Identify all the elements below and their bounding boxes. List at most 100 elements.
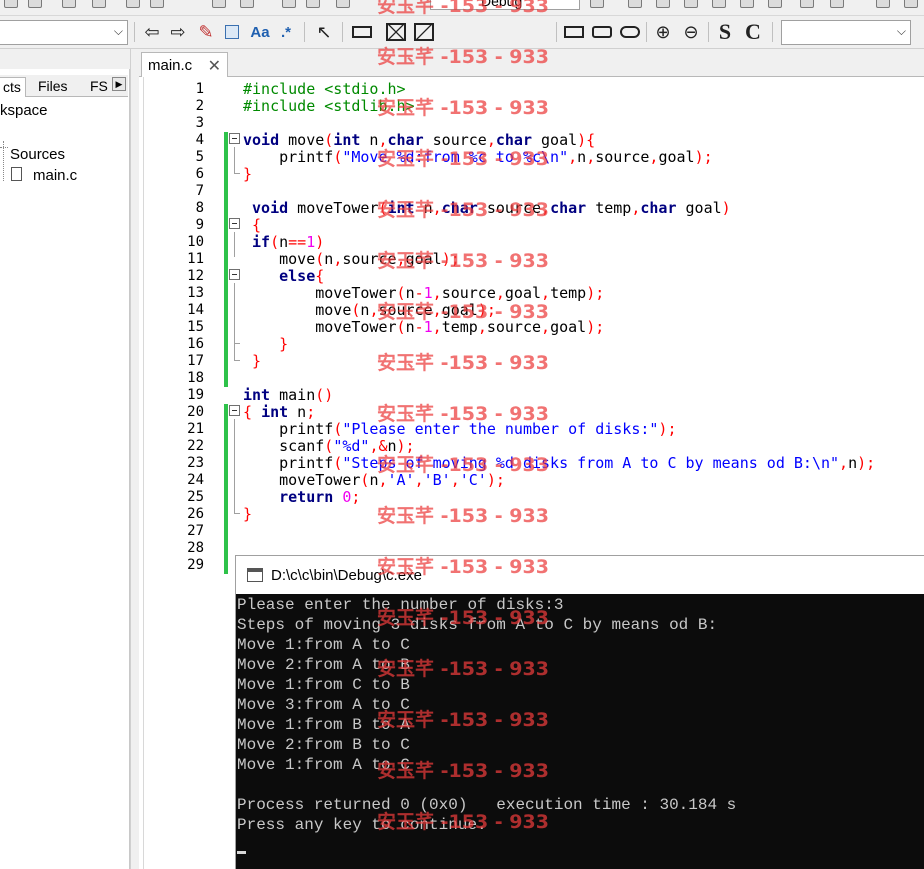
file-main-c[interactable]: main.c <box>33 167 77 184</box>
redo-icon[interactable] <box>92 0 106 8</box>
console-title-bar[interactable]: D:\c\c\bin\Debug\c.exe <box>236 556 924 594</box>
zoom-in-button[interactable]: ⊕ <box>652 21 674 43</box>
code-line-9: { <box>252 216 262 234</box>
next-instruction-icon[interactable] <box>740 0 754 8</box>
console-window[interactable]: D:\c\c\bin\Debug\c.exe Please enter the … <box>235 555 924 869</box>
sources-folder[interactable]: Sources <box>10 146 65 163</box>
chevron-down-icon: ⌵ <box>896 24 906 38</box>
line-number: 25 <box>187 489 204 505</box>
line-number: 8 <box>195 200 204 216</box>
tab-projects-label: cts <box>3 79 21 95</box>
regex-button[interactable]: .* <box>276 21 296 43</box>
change-marker <box>224 506 228 523</box>
undo-icon[interactable] <box>62 0 76 8</box>
build-target-select[interactable]: Debug <box>430 0 580 10</box>
debug-icon[interactable] <box>590 0 604 8</box>
fold-toggle[interactable] <box>229 405 240 416</box>
s-button[interactable]: S <box>714 19 736 44</box>
close-icon[interactable]: ✕ <box>208 56 221 76</box>
copy-icon[interactable] <box>150 0 164 8</box>
code-line-25: return 0; <box>279 488 361 506</box>
line-number: 3 <box>195 115 204 131</box>
output-icon[interactable] <box>618 21 642 43</box>
console-line: Process returned 0 (0x0) execution time … <box>237 796 737 814</box>
forward-button[interactable]: ⇨ <box>168 21 188 43</box>
fold-toggle[interactable] <box>229 133 240 144</box>
editor-line: 6 <box>144 166 924 183</box>
build-icon[interactable] <box>336 0 350 8</box>
panel-tab-bar: cts Files FS ▶ <box>0 75 128 97</box>
c-button[interactable]: C <box>742 19 764 44</box>
settings-icon[interactable] <box>282 0 296 8</box>
back-button[interactable]: ⇦ <box>142 21 162 43</box>
code-line-20: { int n; <box>243 403 316 421</box>
cut-icon[interactable] <box>126 0 140 8</box>
console-output[interactable]: Please enter the number of disks:3 Steps … <box>236 594 924 869</box>
code-line-14: move(n,source,goal); <box>243 301 496 319</box>
change-marker <box>224 302 228 319</box>
workspace-node[interactable]: kspace <box>0 102 48 119</box>
replace-icon[interactable] <box>222 21 242 43</box>
code-line-26: } <box>243 505 253 523</box>
step-into-icon[interactable] <box>656 0 670 8</box>
change-marker <box>224 268 228 285</box>
change-marker <box>224 438 228 455</box>
line-number: 17 <box>187 353 204 369</box>
step-out-icon[interactable] <box>712 0 726 8</box>
stop-debug-icon[interactable] <box>768 0 782 8</box>
highlight-button[interactable]: ✎ <box>196 21 216 43</box>
change-marker <box>224 557 228 574</box>
debug-run-icon[interactable] <box>628 0 642 8</box>
editor-line: 27 <box>144 523 924 540</box>
tab-fs[interactable]: FS <box>86 77 112 97</box>
tab-main-c-label: main.c <box>148 57 193 74</box>
line-number: 20 <box>187 404 204 420</box>
step-over-icon[interactable] <box>684 0 698 8</box>
fold-toggle[interactable] <box>229 269 240 280</box>
debug-windows-icon[interactable] <box>800 0 814 8</box>
jump-icon[interactable] <box>904 0 918 8</box>
line-number: 15 <box>187 319 204 335</box>
run-icon[interactable] <box>306 0 320 8</box>
select-button[interactable]: ↖ <box>314 21 334 43</box>
debug-info-icon[interactable] <box>830 0 844 8</box>
tab-projects[interactable]: cts <box>0 77 26 97</box>
line-number: 1 <box>195 81 204 97</box>
panel-splitter[interactable] <box>130 49 139 869</box>
console-line: Move 1:from A to C <box>237 636 410 654</box>
new-file-icon[interactable] <box>4 0 18 8</box>
symbol-select[interactable]: ⌵ <box>0 20 128 45</box>
statement-icon[interactable] <box>562 21 586 43</box>
change-marker <box>224 251 228 268</box>
match-case-button[interactable]: Aa <box>248 21 272 43</box>
decision-icon[interactable] <box>384 21 408 43</box>
code-line-19: int main() <box>243 386 334 404</box>
code-line-10: if(n==1) <box>252 233 325 251</box>
line-number: 21 <box>187 421 204 437</box>
change-marker <box>224 149 228 166</box>
block-icon[interactable] <box>350 21 374 43</box>
tab-fs-label: FS <box>90 78 108 94</box>
input-icon[interactable] <box>590 21 614 43</box>
code-line-8: void moveTower(int n,char source,char te… <box>252 199 731 217</box>
code-line-12: else{ <box>279 267 325 285</box>
line-number: 14 <box>187 302 204 318</box>
loop-icon[interactable] <box>412 21 436 43</box>
save-icon[interactable] <box>28 0 42 8</box>
line-number: 11 <box>187 251 204 267</box>
console-line: Move 1:from C to B <box>237 676 410 694</box>
find-replace-icon[interactable] <box>240 0 254 8</box>
search-select[interactable]: ⌵ <box>781 20 911 45</box>
console-app-icon <box>247 568 263 582</box>
find-icon[interactable] <box>212 0 226 8</box>
tab-main-c[interactable]: main.c ✕ <box>141 52 228 77</box>
fold-toggle[interactable] <box>229 218 240 229</box>
code-line-6: } <box>243 165 253 183</box>
tab-files[interactable]: Files <box>34 77 72 97</box>
change-marker <box>224 234 228 251</box>
line-number: 13 <box>187 285 204 301</box>
line-number: 18 <box>187 370 204 386</box>
bookmark-icon[interactable] <box>876 0 890 8</box>
tab-scroll-right-icon[interactable]: ▶ <box>112 77 126 91</box>
zoom-out-button[interactable]: ⊖ <box>680 21 702 43</box>
